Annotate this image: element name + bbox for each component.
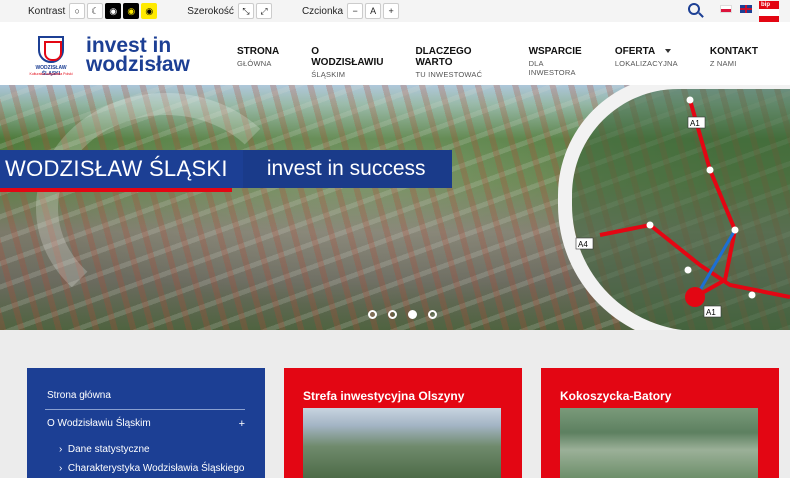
font-group: Czcionka − A + [302,3,401,19]
width-label: Szerokość [187,5,234,17]
hero-slogan: invest in success [242,150,452,188]
card-image [303,408,501,478]
nav-item-contact-main: KONTAKT [709,46,758,57]
offer-card-olszyny[interactable]: Strefa inwestycyjna Olszyny [284,368,522,478]
contrast-eye-icon[interactable]: ◉ [105,3,122,19]
card-title: Strefa inwestycyjna Olszyny [303,389,465,403]
sidebar-menu: Strona główna O Wodzisławiu Śląskim + › … [27,368,265,478]
nav-item-support-sub: DLA INWESTORA [528,59,576,77]
slider-dot[interactable] [388,310,397,319]
road-a4-label: A4 [578,240,588,249]
nav-item-offer-sub: LOKALIZACYJNA [614,59,678,68]
slider-dot[interactable] [368,310,377,319]
chevron-down-icon [665,49,672,54]
contrast-yellow-icon[interactable]: ◉ [141,3,158,19]
map-node [684,266,692,274]
nav-item-why-main: DLACZEGO WARTO [415,46,472,68]
brand-logo[interactable]: invest in wodzisław [86,35,190,76]
nav-item-offer-text: OFERTA [614,46,656,57]
map-node [731,226,739,234]
sidebar-item-about-label: O Wodzisławiu Śląskim [47,418,151,429]
sidebar-item-home-label: Strona główna [47,390,111,401]
card-title: Kokoszycka-Batory [560,389,672,403]
map-node [686,96,694,104]
city-crest-logo[interactable]: WODZISŁAW ŚLĄSKI Kulturalna wizytówka Po… [29,34,73,78]
brand-line-2: wodzisław [86,53,190,76]
nav-item-about-main: O WODZISŁAWIU [311,46,384,68]
map-node [646,221,654,229]
contrast-default-icon[interactable]: ○ [69,3,86,19]
contrast-group: Kontrast ○ ☾ ◉ ◉ ◉ [28,3,159,19]
flag-pl-icon[interactable] [720,5,732,13]
expand-plus-icon[interactable]: + [239,418,245,430]
slider-dot[interactable] [428,310,437,319]
sidebar-subitem-characteristics[interactable]: › Charakterystyka Wodzisławia Śląskiego [59,463,257,474]
sidebar-subitem-statistics-label: Dane statystyczne [67,444,150,455]
decorative-arc [36,93,296,323]
bip-label: bip [761,2,770,8]
nav-item-offer-main: OFERTA [615,46,678,57]
chevron-right-icon: › [59,463,68,474]
nav-item-support-main: WSPARCIE [528,46,582,57]
road-a1-top-label: A1 [690,119,700,128]
slider-dots [368,310,448,319]
bip-logo[interactable]: bip [759,1,779,23]
map-node [748,291,756,299]
sidebar-divider [45,409,245,410]
nav-item-support[interactable]: WSPARCIE DLA INWESTORA [529,46,583,79]
flag-en-icon[interactable] [740,5,752,13]
contrast-dark-icon[interactable]: ☾ [87,3,104,19]
accessibility-bar: Kontrast ○ ☾ ◉ ◉ ◉ Szerokość ⤡ ⤢ Czcionk… [0,0,790,23]
nav-item-contact[interactable]: KONTAKT Z NAMI [710,46,758,79]
crest-tagline: Kulturalna wizytówka Polski [29,72,73,76]
main-nav: STRONA GŁÓWNA O WODZISŁAWIU ŚLĄSKIM DLAC… [237,46,790,79]
card-image [560,408,758,478]
nav-item-about[interactable]: O WODZISŁAWIU ŚLĄSKIM [311,46,383,79]
font-increase-icon[interactable]: + [383,3,400,19]
hero-banner: WODZISŁAW ŚLĄSKI invest in success [0,150,452,192]
font-label: Czcionka [301,5,344,17]
city-location-marker [685,287,705,307]
nav-item-home-main: STRONA [237,46,280,57]
top-right-tools [688,3,760,15]
crest-shield-icon [38,36,64,63]
offer-card-kokoszycka[interactable]: Kokoszycka-Batory [541,368,779,478]
nav-item-contact-sub: Z NAMI [709,59,737,68]
road-a1-bottom-label: A1 [706,308,716,317]
contrast-label: Kontrast [28,5,66,17]
width-group: Szerokość ⤡ ⤢ [187,3,274,19]
nav-item-about-sub: ŚLĄSKIM [311,70,346,79]
nav-item-offer[interactable]: OFERTA LOKALIZACYJNA [615,46,678,79]
sidebar-item-home[interactable]: Strona główna [47,390,245,401]
nav-item-home[interactable]: STRONA GŁÓWNA [237,46,279,79]
chevron-right-icon: › [59,444,68,455]
width-narrow-icon[interactable]: ⤡ [237,3,254,19]
sidebar-item-about[interactable]: O Wodzisławiu Śląskim + [47,418,245,430]
sidebar-subitem-characteristics-label: Charakterystyka Wodzisławia Śląskiego [67,463,245,474]
highway-map: A1 A4 A1 [575,96,790,318]
hero-city-name: WODZISŁAW ŚLĄSKI [5,156,228,181]
hero-slider[interactable]: A1 A4 A1 WODZISŁAW ŚLĄSKI invest in succ… [0,85,790,330]
hero-red-underline [0,188,232,192]
sidebar-subitem-statistics[interactable]: › Dane statystyczne [59,444,257,455]
search-icon[interactable] [688,3,700,15]
nav-item-home-sub: GŁÓWNA [237,59,272,68]
contrast-eye-yellow-icon[interactable]: ◉ [123,3,140,19]
site-header: WODZISŁAW ŚLĄSKI Kulturalna wizytówka Po… [0,22,790,85]
map-node [706,166,714,174]
font-decrease-icon[interactable]: − [347,3,364,19]
font-default-button[interactable]: A [365,3,382,19]
width-wide-icon[interactable]: ⤢ [255,3,272,19]
slider-dot[interactable] [408,310,417,319]
nav-item-why-sub: TU INWESTOWAĆ [415,70,483,79]
nav-item-why-invest[interactable]: DLACZEGO WARTO TU INWESTOWAĆ [415,46,496,79]
route-a4 [599,222,790,299]
